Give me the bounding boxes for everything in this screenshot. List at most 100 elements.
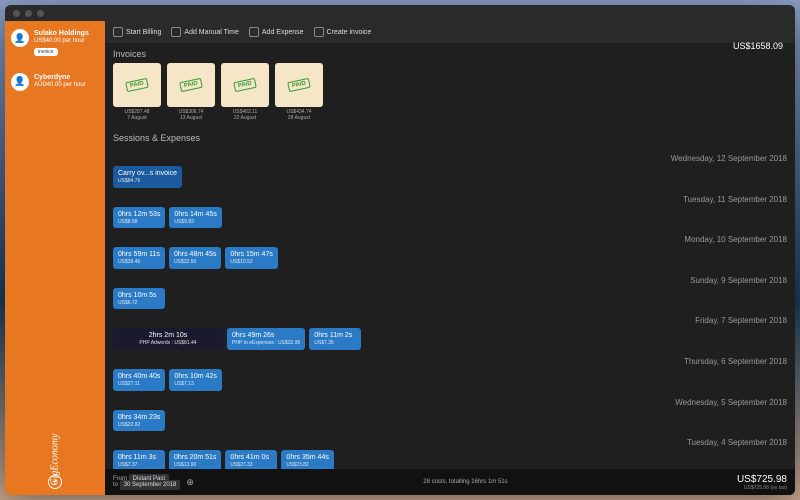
client-name: Sulako Holdings (34, 29, 89, 38)
session-duration: 0hrs 11m 2s (314, 331, 356, 340)
session-duration: Carry ov...s invoice (118, 169, 177, 178)
session-amount: US$27.33 (230, 462, 272, 469)
sessions-row: 0hrs 12m 53sUS$8.580hrs 14m 45sUS$9.83 (113, 207, 787, 229)
to-date-select[interactable]: 30 September 2018 (120, 480, 181, 490)
paid-stamp: PAID (287, 78, 310, 92)
session-amount: US$8.58 (118, 219, 160, 226)
session-amount: US$39.46 (118, 259, 160, 266)
invoice-date: 28 August (275, 115, 323, 121)
invoice-date: 7 August (113, 115, 161, 121)
session-duration: 0hrs 59m 11s (118, 250, 160, 259)
create-invoice-button[interactable]: Create invoice (314, 27, 372, 37)
session-block[interactable]: 0hrs 10m 5sUS$6.72 (113, 288, 165, 310)
day-heading: Wednesday, 5 September 2018 (113, 395, 787, 410)
session-block[interactable]: 0hrs 14m 45sUS$9.83 (169, 207, 221, 229)
client-item[interactable]: 👤Sulako HoldingsUS$40.00 per hourinvoice (5, 21, 105, 65)
session-block[interactable]: 0hrs 11m 3sUS$7.37 (113, 450, 165, 469)
session-block[interactable]: 2hrs 2m 10sPHP Adwords : US$81.44 (113, 328, 223, 350)
session-amount: US$7.37 (118, 462, 160, 469)
sessions-list[interactable]: Wednesday, 12 September 2018Carry ov...s… (105, 147, 795, 469)
session-block[interactable]: 0hrs 20m 51sUS$13.90 (169, 450, 221, 469)
paid-stamp: PAID (125, 78, 148, 92)
session-amount: US$9.83 (174, 219, 216, 226)
session-duration: 0hrs 40m 40s (118, 372, 160, 381)
session-amount: US$7.13 (174, 381, 216, 388)
session-amount: US$22.92 (118, 422, 160, 429)
session-amount: PHP Adwords : US$81.44 (118, 340, 218, 347)
close-icon[interactable] (13, 10, 20, 17)
sessions-row: Carry ov...s invoiceUS$84.76 (113, 166, 787, 188)
session-duration: 0hrs 48m 45s (174, 250, 216, 259)
session-block[interactable]: 0hrs 12m 53sUS$8.58 (113, 207, 165, 229)
session-duration: 2hrs 2m 10s (118, 331, 218, 340)
session-duration: 0hrs 15m 47s (230, 250, 272, 259)
sessions-row: 0hrs 11m 3sUS$7.370hrs 20m 51sUS$13.900h… (113, 450, 787, 469)
session-duration: 0hrs 34m 23s (118, 413, 160, 422)
grand-total: US$1658.09 (733, 41, 783, 51)
add-client-button[interactable]: + (48, 475, 62, 489)
invoices-heading: Invoices (105, 43, 795, 63)
sessions-row: 0hrs 34m 23sUS$22.92 (113, 410, 787, 432)
add-manual-time-button[interactable]: Add Manual Time (171, 27, 238, 37)
session-duration: 0hrs 12m 53s (118, 210, 160, 219)
footer-total-ex-tax: US$725.98 (ex tax) (737, 485, 787, 491)
sessions-row: 0hrs 10m 5sUS$6.72 (113, 288, 787, 310)
invoice-card[interactable]: PAIDUS$462.1122 August (221, 63, 269, 121)
invoices-row: PAIDUS$287.487 AugustPAIDUS$306.7413 Aug… (105, 63, 795, 127)
session-block[interactable]: 0hrs 11m 2sUS$7.35 (309, 328, 361, 350)
zoom-icon[interactable] (37, 10, 44, 17)
start-billing-button[interactable]: Start Billing (113, 27, 161, 37)
add-expense-button[interactable]: Add Expense (249, 27, 304, 37)
client-item[interactable]: 👤CyberdyneAUD40.00 per hour (5, 65, 105, 99)
minimize-icon[interactable] (25, 10, 32, 17)
sessions-row: 2hrs 2m 10sPHP Adwords : US$81.440hrs 49… (113, 328, 787, 350)
session-block[interactable]: 0hrs 49m 26sPHP to eExpenses : US$32.95 (227, 328, 305, 350)
session-block[interactable]: 0hrs 40m 40sUS$27.11 (113, 369, 165, 391)
session-amount: US$27.11 (118, 381, 160, 388)
session-amount: US$10.52 (230, 259, 272, 266)
session-block[interactable]: 0hrs 41m 0sUS$27.33 (225, 450, 277, 469)
client-rate: US$40.00 per hour (34, 38, 89, 46)
sessions-row: 0hrs 59m 11sUS$39.460hrs 48m 45sUS$32.50… (113, 247, 787, 269)
invoice-card[interactable]: PAIDUS$287.487 August (113, 63, 161, 121)
day-heading: Sunday, 9 September 2018 (113, 273, 787, 288)
session-amount: US$84.76 (118, 178, 177, 185)
session-duration: 0hrs 35m 44s (286, 453, 328, 462)
avatar: 👤 (11, 73, 29, 91)
session-block[interactable]: 0hrs 15m 47sUS$10.52 (225, 247, 277, 269)
day-heading: Friday, 7 September 2018 (113, 313, 787, 328)
footer-total: US$725.98 (737, 474, 787, 485)
invoice-date: 13 August (167, 115, 215, 121)
expense-icon (249, 27, 259, 37)
paid-stamp: PAID (233, 78, 256, 92)
session-amount: US$23.82 (286, 462, 328, 469)
session-duration: 0hrs 10m 5s (118, 291, 160, 300)
session-block[interactable]: Carry ov...s invoiceUS$84.76 (113, 166, 182, 188)
session-duration: 0hrs 49m 26s (232, 331, 300, 340)
session-block[interactable]: 0hrs 35m 44sUS$23.82 (281, 450, 333, 469)
app-window: 👤Sulako HoldingsUS$40.00 per hourinvoice… (5, 5, 795, 495)
sessions-heading: Sessions & Expenses (105, 127, 795, 147)
invoice-card[interactable]: PAIDUS$306.7413 August (167, 63, 215, 121)
client-rate: AUD40.00 per hour (34, 82, 86, 90)
footer-bar: From Distant Past to 30 September 2018 ⊕… (105, 469, 795, 495)
day-heading: Thursday, 6 September 2018 (113, 354, 787, 369)
invoice-card[interactable]: PAIDUS$434.7428 August (275, 63, 323, 121)
session-block[interactable]: 0hrs 34m 23sUS$22.92 (113, 410, 165, 432)
session-duration: 0hrs 20m 51s (174, 453, 216, 462)
invoice-icon (314, 27, 324, 37)
globe-icon[interactable]: ⊕ (186, 477, 194, 488)
invoice-date: 22 August (221, 115, 269, 121)
session-amount: PHP to eExpenses : US$32.95 (232, 340, 300, 347)
day-heading: Wednesday, 12 September 2018 (113, 151, 787, 166)
day-heading: Monday, 10 September 2018 (113, 232, 787, 247)
session-block[interactable]: 0hrs 10m 42sUS$7.13 (169, 369, 221, 391)
session-block[interactable]: 0hrs 59m 11sUS$39.46 (113, 247, 165, 269)
session-amount: US$6.72 (118, 300, 160, 307)
timer-icon (113, 27, 123, 37)
session-amount: US$7.35 (314, 340, 356, 347)
session-duration: 0hrs 10m 42s (174, 372, 216, 381)
session-duration: 0hrs 41m 0s (230, 453, 272, 462)
session-block[interactable]: 0hrs 48m 45sUS$32.50 (169, 247, 221, 269)
session-amount: US$32.50 (174, 259, 216, 266)
